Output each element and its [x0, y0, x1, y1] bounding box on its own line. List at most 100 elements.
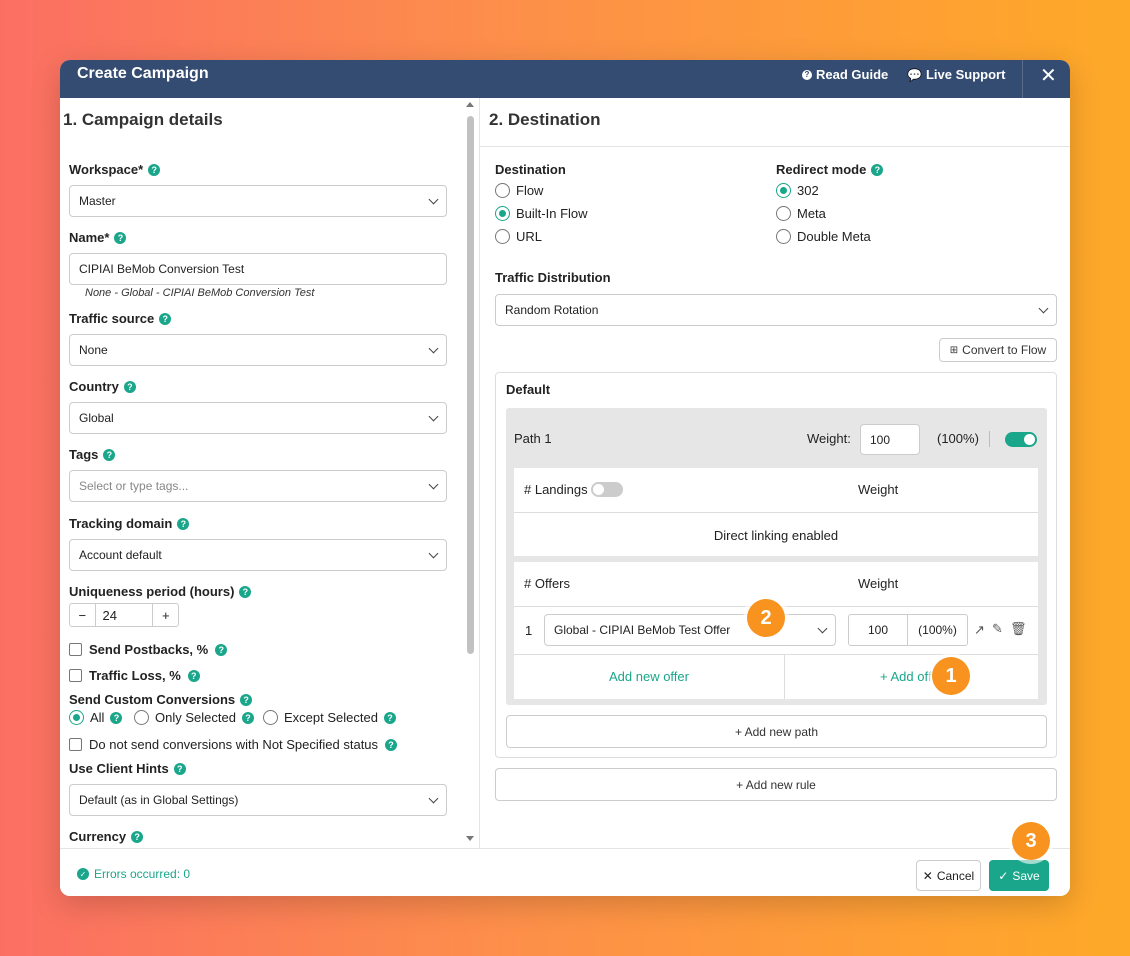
help-icon[interactable]: ? — [177, 517, 190, 530]
step-badge-1: 1 — [932, 657, 970, 695]
radio-all[interactable]: All? — [69, 710, 123, 725]
scrollbar-thumb[interactable] — [467, 116, 474, 654]
workspace-label: Workspace*? — [69, 162, 161, 177]
radio-built-in-flow[interactable]: Built-In Flow — [495, 206, 588, 221]
client-hints-label: Use Client Hints? — [69, 761, 186, 776]
divider — [480, 146, 1070, 147]
help-icon[interactable]: ? — [159, 312, 172, 325]
radio-double-meta[interactable]: Double Meta — [776, 229, 871, 244]
divider — [784, 654, 785, 699]
country-select[interactable]: Global — [69, 402, 447, 434]
trash-icon[interactable]: 🗑 — [1010, 621, 1027, 637]
close-icon[interactable]: ✕ — [1040, 63, 1057, 88]
workspace-select[interactable]: Master — [69, 185, 447, 217]
chevron-down-icon — [428, 548, 439, 558]
country-label: Country? — [69, 379, 136, 394]
help-icon[interactable]: ? — [103, 448, 116, 461]
help-icon[interactable]: ? — [385, 738, 398, 751]
modal-header: Create Campaign ? Read Guide 💬 Live Supp… — [60, 60, 1070, 98]
destination-panel: 2. Destination Destination Flow Built-In… — [479, 98, 1070, 848]
offer-select[interactable]: Global - CIPIAI BeMob Test Offer — [544, 614, 836, 646]
chevron-down-icon — [428, 479, 439, 489]
add-offer-link[interactable]: + Add off — [880, 669, 931, 684]
radio-url[interactable]: URL — [495, 229, 542, 244]
redirect-mode-label: Redirect mode? — [776, 162, 884, 177]
step-badge-3: 3 — [1012, 822, 1050, 860]
help-icon[interactable]: ? — [173, 762, 186, 775]
chevron-down-icon — [1038, 303, 1049, 313]
help-icon[interactable]: ? — [187, 669, 200, 682]
header-divider — [1022, 60, 1023, 98]
section-title-destination: 2. Destination — [489, 110, 601, 129]
step-badge-2: 2 — [747, 599, 785, 637]
landings-table: # Landings Weight Direct linking enabled — [514, 468, 1038, 556]
help-icon[interactable]: ? — [148, 163, 161, 176]
scroll-down-icon[interactable] — [466, 836, 474, 841]
help-icon[interactable]: ? — [240, 693, 253, 706]
offers-header: # Offers — [524, 576, 571, 591]
increment-button[interactable]: + — [152, 604, 178, 626]
client-hints-select[interactable]: Default (as in Global Settings) — [69, 784, 447, 816]
chevron-down-icon — [428, 793, 439, 803]
tags-select[interactable]: Select or type tags... — [69, 470, 447, 502]
traffic-source-select[interactable]: None — [69, 334, 447, 366]
radio-except-selected[interactable]: Except Selected? — [263, 710, 396, 725]
decrement-button[interactable]: − — [70, 604, 96, 626]
add-new-path-button[interactable]: + Add new path — [506, 715, 1047, 748]
uniqueness-label: Uniqueness period (hours)? — [69, 584, 252, 599]
offer-weight-percent: (100%) — [918, 623, 957, 637]
name-input[interactable]: CIPIAI BeMob Conversion Test — [69, 253, 447, 285]
name-hint: None - Global - CIPIAI BeMob Conversion … — [85, 287, 315, 299]
sitemap-icon: ⊞ — [949, 344, 959, 356]
scroll-up-icon[interactable] — [466, 102, 474, 107]
radio-302[interactable]: 302 — [776, 183, 819, 198]
external-link-icon[interactable]: ↗ — [974, 622, 985, 638]
help-icon[interactable]: ? — [383, 711, 396, 724]
cancel-button[interactable]: ✕ Cancel — [916, 860, 981, 891]
send-postbacks-checkbox[interactable]: Send Postbacks, %? — [69, 642, 228, 657]
add-new-offer-link[interactable]: Add new offer — [514, 669, 784, 684]
uniqueness-input[interactable]: 24 — [96, 604, 153, 626]
add-new-rule-button[interactable]: + Add new rule — [495, 768, 1057, 801]
help-icon[interactable]: ? — [114, 231, 127, 244]
path-weight-label: Weight: — [807, 431, 851, 446]
default-label: Default — [506, 382, 551, 397]
offer-weight-input[interactable]: 100 — [849, 615, 909, 645]
traffic-loss-checkbox[interactable]: Traffic Loss, %? — [69, 668, 200, 683]
help-icon[interactable]: ? — [871, 163, 884, 176]
offer-index: 1 — [525, 623, 533, 638]
modal-title: Create Campaign — [77, 65, 209, 82]
help-icon[interactable]: ? — [215, 643, 228, 656]
direct-linking-text: Direct linking enabled — [713, 528, 839, 543]
landings-toggle[interactable] — [591, 482, 623, 497]
tags-label: Tags? — [69, 447, 116, 462]
divider — [514, 654, 1038, 655]
tracking-domain-select[interactable]: Account default — [69, 539, 447, 571]
pencil-icon[interactable]: ✎ — [992, 621, 1003, 637]
help-icon[interactable]: ? — [123, 380, 136, 393]
convert-to-flow-button[interactable]: ⊞ Convert to Flow — [939, 338, 1057, 362]
help-icon[interactable]: ? — [131, 830, 144, 843]
save-button[interactable]: ✓ Save — [989, 860, 1049, 891]
radio-flow[interactable]: Flow — [495, 183, 543, 198]
radio-only-selected[interactable]: Only Selected? — [134, 710, 254, 725]
path-weight-input[interactable]: 100 — [860, 424, 920, 455]
radio-meta[interactable]: Meta — [776, 206, 826, 221]
help-icon[interactable]: ? — [110, 711, 123, 724]
check-icon: ✓ — [998, 868, 1009, 883]
chat-icon: 💬 — [907, 67, 922, 82]
destination-label: Destination — [495, 162, 566, 177]
offer-weight-field: 100 (100%) — [848, 614, 968, 646]
create-campaign-modal: Create Campaign ? Read Guide 💬 Live Supp… — [60, 60, 1070, 896]
help-icon[interactable]: ? — [239, 585, 252, 598]
help-icon[interactable]: ? — [241, 711, 254, 724]
read-guide-link[interactable]: ? Read Guide — [802, 67, 888, 82]
landings-weight-header: Weight — [858, 482, 899, 497]
currency-label: Currency? — [69, 829, 144, 844]
landings-header: # Landings — [524, 482, 588, 497]
default-rule-card: Default Path 1 Weight: 100 (100%) # Land… — [495, 372, 1057, 758]
traffic-distribution-select[interactable]: Random Rotation — [495, 294, 1057, 326]
live-support-link[interactable]: 💬 Live Support — [907, 67, 1005, 82]
not-specified-checkbox[interactable]: Do not send conversions with Not Specifi… — [69, 737, 398, 752]
path-enabled-toggle[interactable] — [1005, 432, 1037, 447]
